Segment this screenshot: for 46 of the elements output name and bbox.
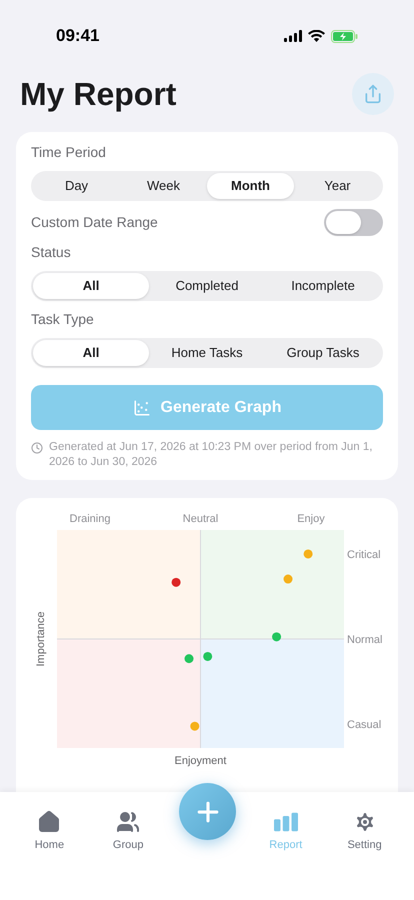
section-label: Time Period [31, 143, 107, 162]
segment-tab[interactable]: Month [207, 173, 294, 199]
wifi-icon [308, 30, 325, 42]
axis-label: Casual [347, 719, 382, 732]
page-title: My Report [20, 75, 176, 114]
status-time: 09:41 [56, 25, 100, 48]
axis-title: Enjoyment [174, 755, 226, 767]
tab-bar-item[interactable]: Home [19, 810, 80, 854]
data-point [304, 549, 313, 558]
data-point [172, 578, 181, 587]
toggle-label: Custom Date Range [31, 213, 158, 232]
data-point [184, 654, 194, 664]
generated-note: Generated at Jun 17, 2026 at 10:23 PM over period from Jun 1, 2026 to Jun 30, 2026 [49, 440, 374, 470]
share-button[interactable] [352, 73, 394, 115]
axis-label: Normal [347, 634, 382, 646]
segment-tab[interactable]: Day [33, 173, 120, 199]
segment-tab[interactable]: Completed [149, 273, 265, 299]
segment-tab[interactable]: Week [120, 173, 207, 199]
segment-tab[interactable]: All [33, 340, 149, 366]
data-point [272, 632, 282, 642]
axis-label: Neutral [182, 513, 218, 525]
data-point [203, 652, 212, 661]
axis-label: Enjoy [297, 513, 325, 525]
segment-tab[interactable]: All [33, 273, 149, 299]
tab-bar-item[interactable]: Setting [334, 810, 395, 854]
tab-bar-item[interactable]: Group [98, 810, 158, 854]
clock-icon [31, 442, 43, 454]
toggle-switch[interactable] [324, 209, 383, 236]
section-label: Task Type [31, 310, 95, 329]
segment-tab[interactable]: Home Tasks [149, 340, 265, 366]
axis-label: Critical [347, 548, 381, 561]
data-point [190, 722, 200, 731]
scatter-chart-icon [132, 398, 151, 416]
segment-tab[interactable]: Group Tasks [265, 340, 381, 366]
battery-icon [331, 30, 358, 42]
segment-tab[interactable]: Incomplete [265, 273, 381, 299]
signal-icon [284, 30, 302, 42]
home-icon [37, 810, 62, 834]
report-icon [274, 810, 298, 834]
segment-tab[interactable]: Year [294, 173, 381, 199]
section-label: Status [31, 243, 72, 262]
axis-title: Importance [35, 611, 47, 667]
data-point [284, 574, 293, 584]
axis-label: Draining [70, 513, 110, 525]
share-icon [363, 84, 383, 104]
group-icon [116, 810, 140, 834]
